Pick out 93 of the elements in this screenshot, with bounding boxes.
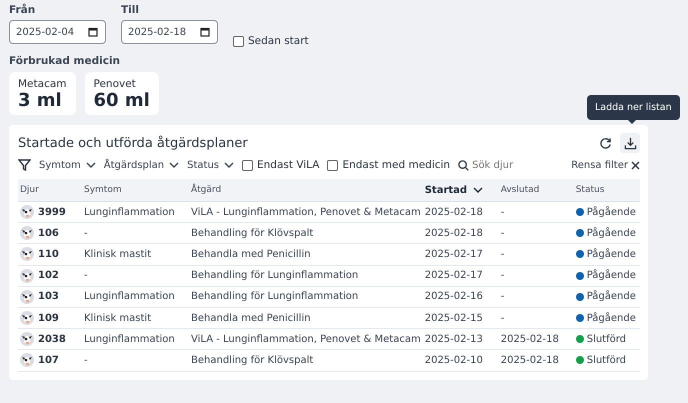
checkbox-label: Sedan start (248, 35, 309, 47)
chevron-icon (169, 162, 180, 168)
search-icon (458, 160, 470, 170)
table-cell: Behandling för Lunginflammation (191, 291, 358, 302)
table-cell: - (500, 228, 504, 239)
medicine-name: Penovet (94, 78, 137, 90)
table-cell: - (500, 270, 504, 282)
filter-icon (18, 159, 31, 171)
table-cell: 2025-02-18 (424, 228, 483, 239)
date-field[interactable]: 2025-02-18 (121, 20, 218, 44)
download-icon (624, 136, 636, 150)
table-cell: Klinisk mastit (84, 312, 152, 324)
filter-dropdown[interactable]: Status (187, 160, 234, 170)
medicine-name: Metacam (18, 78, 67, 90)
table-cell: Klinisk mastit (84, 248, 152, 260)
checkbox-label: Endast ViLA (257, 159, 320, 171)
column-header[interactable]: Symtom (84, 185, 122, 195)
table-cell: - (500, 206, 504, 218)
table-cell: - (84, 270, 88, 282)
cow-avatar-icon (20, 268, 34, 283)
table-cell: 2025-02-18 (424, 206, 483, 218)
column-header[interactable]: Status (576, 185, 604, 195)
section-title: Förbrukad medicin (9, 55, 122, 67)
table-cell: 2025-02-13 (424, 334, 483, 345)
status-text: Pågående (586, 312, 636, 324)
table-cell: Lunginflammation (84, 334, 175, 345)
animal-id[interactable]: 3999 (38, 206, 66, 218)
animal-id[interactable]: 110 (38, 248, 59, 260)
animal-id[interactable]: 102 (38, 270, 59, 282)
status-text: Pågående (586, 206, 636, 218)
date-field[interactable]: 2025-02-04 (9, 20, 106, 44)
status-text: Pågående (586, 291, 636, 302)
cow-avatar-icon (20, 205, 34, 220)
animal-id[interactable]: 2038 (38, 334, 66, 345)
table-cell: - (500, 291, 504, 302)
cow-avatar-icon (20, 311, 34, 326)
table-cell: Behandling för Klövspalt (191, 228, 314, 239)
table-cell: Behandla med Penicillin (191, 248, 311, 260)
table-cell: 2025-02-17 (424, 270, 483, 282)
cow-avatar-icon (20, 247, 34, 262)
table-cell: ViLA - Lunginflammation, Penovet & Metacam (191, 334, 421, 345)
status-text: Pågående (586, 248, 636, 260)
field-label: Till (121, 4, 140, 16)
table-cell: - (500, 312, 504, 324)
checkbox[interactable] (233, 36, 244, 46)
column-header[interactable]: Åtgärd (191, 185, 222, 195)
medicine-amount: 60 ml (94, 90, 150, 111)
table-cell: Lunginflammation (84, 291, 175, 302)
animal-id[interactable]: 103 (38, 291, 59, 302)
medicine-amount: 3 ml (18, 90, 63, 111)
calendar-icon (88, 27, 98, 37)
checkbox[interactable] (327, 160, 338, 170)
table-cell: ViLA - Lunginflammation, Penovet & Metacam (191, 206, 421, 218)
table-cell: - (500, 248, 504, 260)
checkbox[interactable] (242, 160, 253, 170)
table-cell: 2025-02-15 (424, 312, 483, 324)
animal-id[interactable]: 107 (38, 354, 59, 366)
chevron-icon (224, 162, 234, 168)
cow-avatar-icon (20, 226, 34, 240)
status-text: Slutförd (586, 354, 626, 366)
table-cell: Behandla med Penicillin (191, 312, 311, 324)
download-button[interactable] (620, 133, 640, 153)
table-cell: 2025-02-10 (424, 354, 483, 366)
calendar-icon (200, 27, 210, 37)
animal-id[interactable]: 106 (38, 228, 59, 239)
field-label: Från (9, 4, 36, 16)
checkbox-label: Endast med medicin (342, 159, 450, 171)
table-cell: 2025-02-18 (500, 354, 559, 366)
table-cell: 2025-02-16 (424, 291, 483, 302)
clear-filter-button[interactable]: Rensa filter (571, 160, 640, 170)
filter-dropdown[interactable]: Åtgärdsplan (104, 160, 180, 170)
table-cell: - (84, 228, 88, 239)
table-cell: Lunginflammation (84, 206, 175, 218)
status-text: Pågående (586, 228, 636, 239)
cow-avatar-icon (20, 332, 34, 346)
animal-id[interactable]: 109 (38, 312, 59, 324)
table-cell: Behandling för Klövspalt (191, 354, 314, 366)
refresh-icon (598, 136, 612, 150)
panel-title: Startade och utförda åtgärdsplaner (18, 136, 248, 150)
table-cell: - (84, 354, 88, 366)
chevron-icon (86, 162, 96, 168)
filter-dropdown[interactable]: Symtom (39, 160, 96, 170)
cow-avatar-icon (20, 353, 34, 368)
cow-avatar-icon (20, 290, 34, 304)
table-cell: Behandling för Lunginflammation (191, 270, 358, 282)
status-text: Pågående (586, 270, 636, 282)
close-icon (631, 160, 640, 170)
sort-icon (473, 187, 484, 193)
search-field[interactable]: Sök djur (472, 160, 514, 170)
column-header[interactable]: Djur (20, 185, 39, 195)
table-cell: 2025-02-18 (500, 334, 559, 345)
status-text: Slutförd (586, 334, 626, 345)
table-cell: 2025-02-17 (424, 248, 483, 260)
